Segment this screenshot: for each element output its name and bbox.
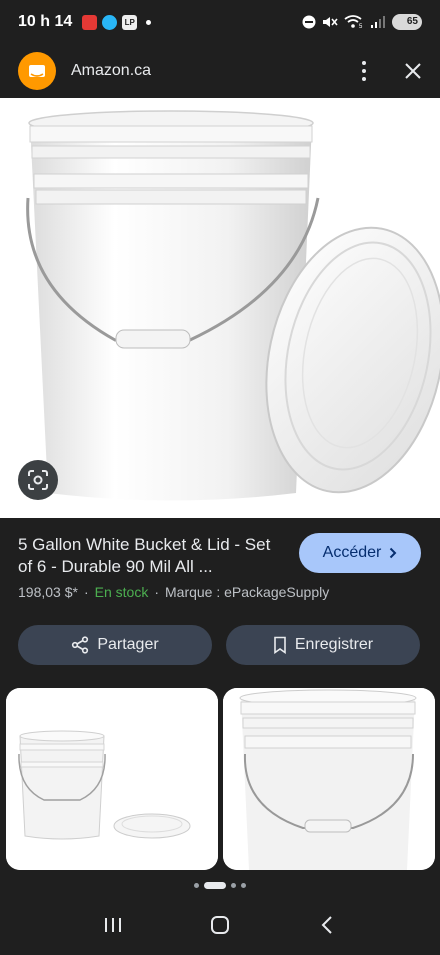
- pager-dot: [241, 882, 246, 888]
- share-icon: [72, 636, 89, 654]
- pager-dot: [231, 882, 236, 888]
- notification-icons: LP: [82, 14, 152, 30]
- recent-apps-icon: [105, 918, 122, 932]
- battery-indicator: 65: [392, 14, 422, 30]
- action-buttons: Partager Enregistrer: [18, 625, 420, 665]
- back-icon: [321, 916, 332, 934]
- product-price: 198,03 $*: [18, 584, 78, 600]
- signal-icon: [371, 16, 385, 28]
- pager-dot: [194, 882, 199, 888]
- visual-search-button[interactable]: [18, 460, 58, 500]
- meta-separator: ·: [154, 584, 159, 600]
- more-options-icon[interactable]: [354, 59, 374, 83]
- more-notifications-icon: [146, 19, 152, 25]
- lens-icon: [28, 470, 48, 490]
- do-not-disturb-icon: [302, 15, 316, 29]
- lp-app-icon: LP: [122, 14, 138, 30]
- bucket-closeup-thumbnail: [223, 688, 435, 870]
- bucket-and-lid-thumbnail: [6, 688, 218, 870]
- site-name: Amazon.ca: [71, 62, 152, 79]
- save-label: Enregistrer: [294, 636, 374, 653]
- edge-app-icon: [102, 14, 118, 30]
- bookmark-icon: [274, 636, 286, 654]
- product-image[interactable]: [0, 98, 440, 518]
- header-actions: [354, 59, 422, 83]
- pdf-app-icon: [82, 14, 98, 30]
- brand-label: Marque : ePackageSupply: [165, 584, 330, 600]
- status-bar: 10 h 14 LP 5 65: [0, 0, 440, 44]
- amazon-logo-icon: [18, 52, 56, 90]
- carousel-pager: [0, 878, 440, 892]
- recent-apps-button[interactable]: [93, 905, 133, 945]
- visit-site-button[interactable]: Accéder: [299, 533, 421, 573]
- pager-dot-active: [204, 881, 226, 889]
- save-button[interactable]: Enregistrer: [226, 625, 420, 665]
- home-button[interactable]: [200, 905, 240, 945]
- home-icon: [210, 916, 229, 934]
- bucket-with-lid-illustration: [0, 98, 440, 518]
- related-images: [0, 688, 440, 870]
- meta-separator: ·: [83, 584, 89, 600]
- status-right: 5 65: [302, 14, 422, 30]
- system-navigation-bar: [0, 895, 440, 955]
- svg-text:5: 5: [359, 24, 363, 29]
- related-image-card[interactable]: [6, 688, 218, 870]
- share-button[interactable]: Partager: [18, 625, 212, 665]
- related-image-card[interactable]: [223, 688, 435, 870]
- lens-result-header: Amazon.ca: [0, 44, 440, 98]
- stock-status: En stock: [94, 584, 149, 600]
- mute-icon: [323, 17, 338, 27]
- share-label: Partager: [97, 636, 159, 653]
- wifi-icon: 5: [344, 15, 363, 29]
- close-icon[interactable]: [404, 62, 422, 80]
- visit-site-label: Accéder: [322, 544, 382, 561]
- product-meta: 198,03 $* · En stock · Marque : ePackage…: [18, 584, 422, 600]
- chevron-right-icon: [390, 547, 397, 559]
- back-button[interactable]: [307, 905, 347, 945]
- status-time: 10 h 14: [18, 13, 73, 30]
- product-title[interactable]: 5 Gallon White Bucket & Lid - Set of 6 -…: [18, 534, 288, 578]
